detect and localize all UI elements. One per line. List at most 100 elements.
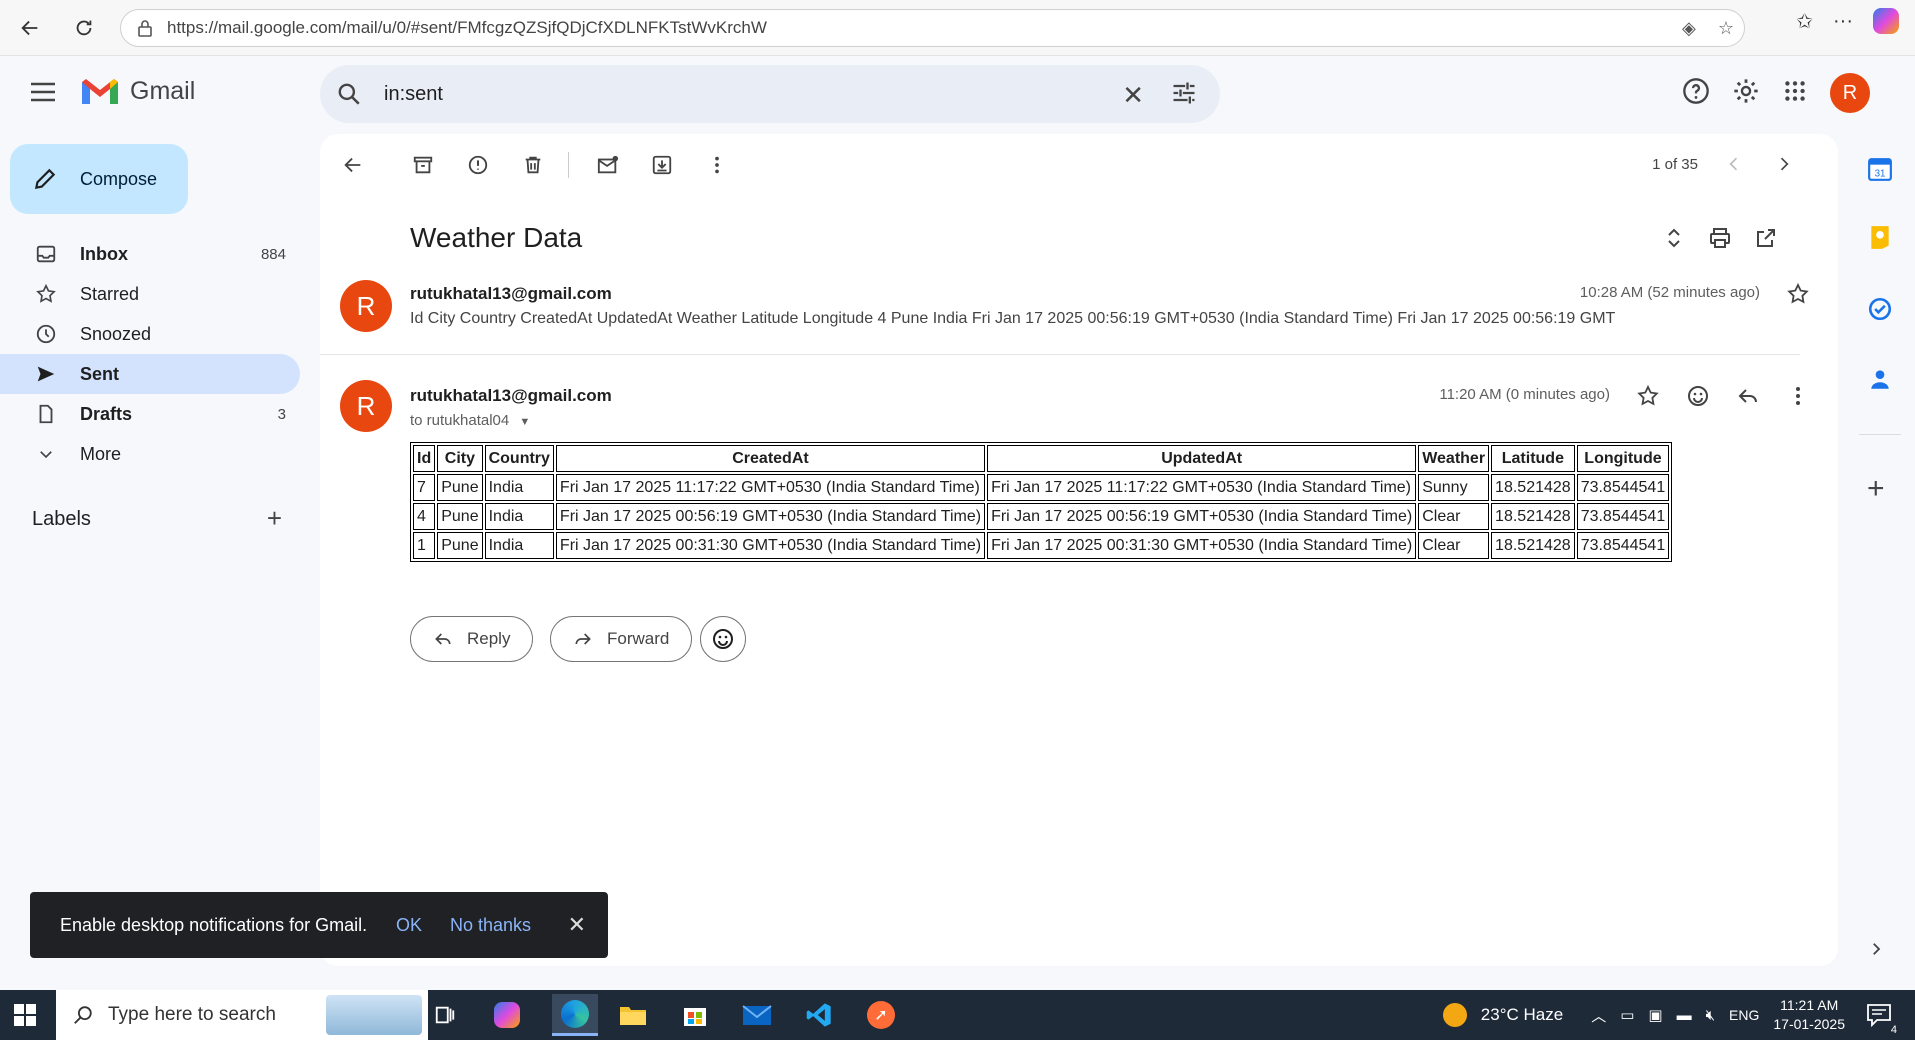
inbox-icon [34, 243, 58, 265]
table-cell: Fri Jan 17 2025 11:17:22 GMT+0530 (India… [987, 474, 1417, 501]
taskbar-clock[interactable]: 11:21 AM 17-01-2025 [1773, 996, 1845, 1034]
labels-heading: Labels [32, 508, 91, 530]
settings-gear-icon[interactable] [1732, 77, 1760, 110]
favorites-icon[interactable]: ✩ [1796, 9, 1813, 34]
battery-icon[interactable]: ▬ [1677, 1007, 1692, 1024]
windows-start-icon[interactable] [14, 1004, 36, 1031]
lock-icon [138, 20, 152, 37]
gmail-header: Gmail ✕ R [0, 56, 1915, 132]
hide-side-panel-icon[interactable] [1867, 940, 1885, 963]
table-cell: 4 [413, 503, 436, 530]
account-avatar[interactable]: R [1830, 73, 1870, 113]
sidebar-item-label: Starred [80, 283, 140, 304]
back-icon[interactable] [10, 8, 50, 48]
forward-label: Forward [607, 629, 670, 648]
forward-button[interactable]: Forward [550, 616, 693, 662]
sidebar-item-inbox[interactable]: Inbox 884 [0, 234, 300, 274]
sidebar-item-drafts[interactable]: Drafts 3 [0, 394, 300, 434]
gmail-logo[interactable]: Gmail [80, 76, 195, 106]
weather-text[interactable]: 23°C Haze [1481, 1005, 1563, 1025]
emoji-button[interactable] [700, 616, 746, 662]
table-cell: Fri Jan 17 2025 00:31:30 GMT+0530 (India… [555, 532, 986, 559]
get-addons-icon[interactable]: + [1867, 472, 1885, 506]
task-view-icon[interactable] [428, 998, 462, 1032]
microsoft-store-icon[interactable] [678, 998, 712, 1032]
postman-icon[interactable]: ➚ [864, 998, 898, 1032]
more-vert-icon[interactable] [706, 154, 728, 181]
older-chevron-icon[interactable] [1774, 154, 1794, 179]
pencil-icon [34, 168, 56, 190]
contacts-icon[interactable] [1867, 366, 1893, 397]
sidebar-item-more[interactable]: More [0, 434, 300, 474]
taskbar-search[interactable]: Type here to search [56, 990, 428, 1040]
table-cell: India [484, 503, 554, 530]
archive-icon[interactable] [412, 154, 434, 181]
notification-center-icon[interactable]: 4 [1867, 1003, 1897, 1036]
clear-search-icon[interactable]: ✕ [1122, 80, 1144, 111]
chevron-up-icon[interactable]: ︿ [1591, 1005, 1606, 1026]
toast-ok-button[interactable]: OK [396, 915, 422, 936]
caret-down-icon[interactable]: ▼ [519, 416, 530, 428]
address-bar[interactable]: https://mail.google.com/mail/u/0/#sent/F… [120, 9, 1745, 47]
table-cell: 18.521428 [1491, 503, 1575, 530]
reply-button[interactable]: Reply [410, 616, 534, 662]
sidebar-item-snoozed[interactable]: Snoozed [0, 314, 300, 354]
search-input[interactable] [384, 82, 1034, 106]
compose-button[interactable]: Compose [10, 144, 188, 214]
chevron-down-icon [34, 445, 58, 463]
weather-icon[interactable] [1442, 1003, 1467, 1027]
language-indicator[interactable]: ENG [1729, 1007, 1759, 1023]
emoji-icon [713, 629, 733, 649]
favorite-star-icon[interactable]: ☆ [1718, 18, 1734, 39]
vscode-icon[interactable] [802, 998, 836, 1032]
calendar-icon[interactable]: 31 [1867, 156, 1893, 187]
volume-muted-icon[interactable]: 🔇︎ [1706, 1007, 1715, 1024]
help-icon[interactable] [1682, 77, 1710, 110]
sidebar-item-sent[interactable]: Sent [0, 354, 300, 394]
sidebar-item-starred[interactable]: Starred [0, 274, 300, 314]
more-menu-icon[interactable]: ··· [1833, 10, 1853, 33]
move-to-icon[interactable] [651, 154, 673, 181]
close-icon[interactable]: ✕ [568, 912, 586, 938]
reload-icon[interactable] [64, 8, 104, 48]
more-vert-icon[interactable] [1786, 384, 1810, 413]
star-icon[interactable] [1636, 384, 1660, 413]
message-collapsed[interactable]: R rutukhatal13@gmail.com Id City Country… [340, 280, 1810, 376]
tasks-icon[interactable] [1867, 296, 1893, 327]
reply-icon[interactable] [1736, 384, 1760, 413]
table-header: Id [413, 445, 436, 472]
search-options-icon[interactable] [1170, 79, 1198, 112]
display-icon[interactable]: ▣ [1648, 1006, 1662, 1024]
recipients-line[interactable]: to rutukhatal04 ▼ [410, 412, 530, 429]
delete-icon[interactable] [522, 154, 544, 181]
drafts-count: 3 [277, 405, 286, 423]
table-cell: 7 [413, 474, 436, 501]
print-icon[interactable] [1708, 226, 1732, 255]
message-divider [320, 354, 1800, 355]
search-icon[interactable] [336, 81, 362, 112]
toast-no-thanks-button[interactable]: No thanks [450, 915, 531, 936]
report-spam-icon[interactable] [467, 154, 489, 181]
windows-taskbar: Type here to search ➚ 23°C Haze ︿ ▭ ▣ ▬ … [0, 990, 1915, 1040]
meet-now-icon[interactable]: ▭ [1620, 1006, 1634, 1024]
add-label-icon[interactable]: + [267, 505, 282, 531]
copilot-app-icon[interactable] [490, 998, 524, 1032]
file-explorer-icon[interactable] [616, 998, 650, 1032]
main-menu-icon[interactable] [30, 82, 56, 107]
open-in-new-window-icon[interactable] [1754, 226, 1778, 255]
expand-all-icon[interactable] [1662, 226, 1686, 255]
star-icon[interactable] [1786, 282, 1810, 311]
tracking-icon[interactable]: ◈ [1682, 18, 1696, 39]
emoji-react-icon[interactable] [1686, 384, 1710, 413]
recipients-text: to rutukhatal04 [410, 412, 510, 429]
mail-app-icon[interactable] [740, 998, 774, 1032]
back-to-list-icon[interactable] [342, 154, 364, 181]
mark-unread-icon[interactable] [596, 154, 620, 181]
keep-icon[interactable] [1867, 224, 1893, 255]
newer-chevron-icon[interactable] [1724, 154, 1744, 179]
copilot-icon[interactable] [1873, 8, 1899, 34]
apps-grid-icon[interactable] [1782, 78, 1808, 109]
sender-avatar: R [340, 380, 392, 432]
inbox-count: 884 [260, 245, 286, 263]
edge-browser-icon[interactable] [552, 994, 598, 1036]
